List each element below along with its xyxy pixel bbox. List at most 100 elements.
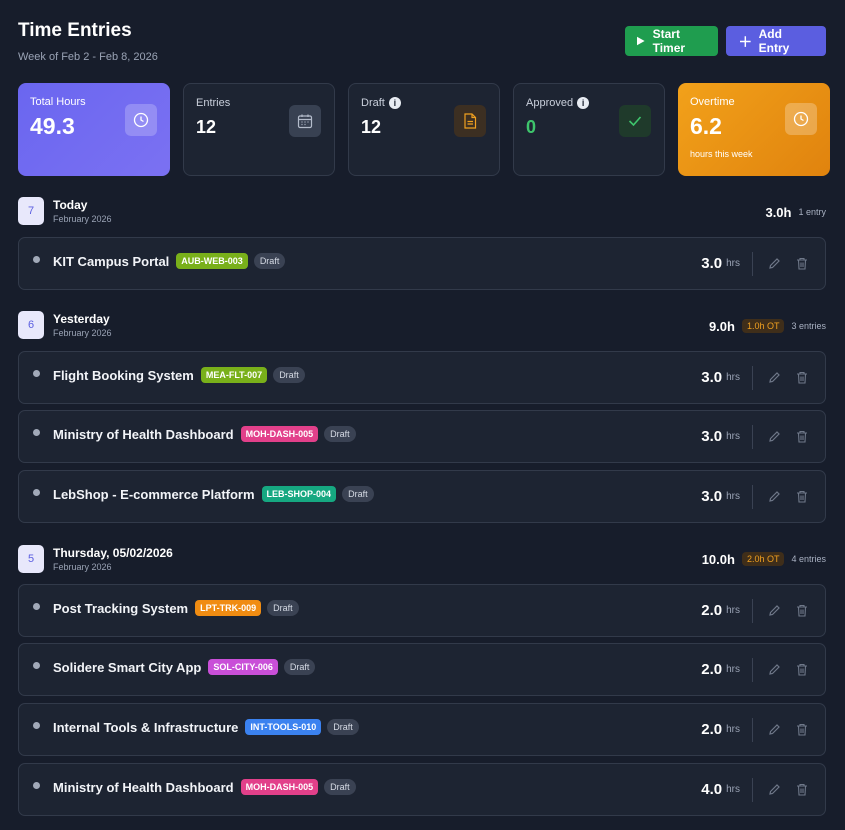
trash-icon[interactable]	[794, 782, 810, 798]
stat-subtext: hours this week	[690, 149, 753, 159]
project-code-tag: AUB-WEB-003	[176, 253, 248, 269]
trash-icon[interactable]	[794, 722, 810, 738]
day-header: 6 Yesterday February 2026 9.0h 1.0h OT 3…	[18, 311, 826, 341]
stat-approved: Approved i 0	[513, 83, 665, 176]
time-entry[interactable]: Solidere Smart City App SOL-CITY-006 Dra…	[18, 643, 826, 696]
trash-icon[interactable]	[794, 662, 810, 678]
day-number-badge: 7	[18, 197, 44, 225]
entry-unit: hrs	[726, 491, 740, 502]
day-header: 7 Today February 2026 3.0h 1 entry	[18, 197, 826, 227]
entry-unit: hrs	[726, 664, 740, 675]
entry-unit: hrs	[726, 784, 740, 795]
plus-icon	[740, 35, 751, 47]
day-hours: 3.0h	[765, 204, 792, 220]
info-icon[interactable]: i	[388, 97, 401, 109]
entry-hours: 2.0	[701, 721, 723, 738]
edit-icon[interactable]	[766, 722, 782, 738]
entry-actions: 3.0 hrs	[701, 411, 810, 462]
status-dot	[33, 370, 40, 377]
project-code-tag: LPT-TRK-009	[195, 600, 262, 616]
status-dot	[33, 489, 40, 496]
entry-main: Flight Booking System MEA-FLT-007 Draft	[53, 367, 305, 383]
entry-main: Post Tracking System LPT-TRK-009 Draft	[53, 600, 299, 616]
trash-icon[interactable]	[794, 256, 810, 272]
edit-icon[interactable]	[766, 782, 782, 798]
add-entry-button[interactable]: Add Entry	[726, 26, 826, 56]
document-icon	[454, 105, 486, 137]
status-dot	[33, 603, 40, 610]
day-entry-count: 4 entries	[791, 554, 826, 564]
status-badge: Draft	[327, 719, 359, 735]
edit-icon[interactable]	[766, 370, 782, 386]
day-summary: 9.0h 1.0h OT 3 entries	[708, 318, 826, 334]
day-number-badge: 6	[18, 311, 44, 339]
trash-icon[interactable]	[794, 429, 810, 445]
start-timer-button[interactable]: Start Timer	[625, 26, 718, 56]
entry-project-name: Post Tracking System	[53, 600, 189, 616]
overtime-badge: 1.0h OT	[741, 319, 785, 333]
time-entry[interactable]: Ministry of Health Dashboard MOH-DASH-00…	[18, 410, 826, 463]
entry-unit: hrs	[726, 431, 740, 442]
status-badge: Draft	[253, 253, 286, 269]
edit-icon[interactable]	[766, 603, 782, 619]
divider	[752, 424, 753, 449]
time-entry[interactable]: Post Tracking System LPT-TRK-009 Draft 2…	[18, 584, 826, 637]
day-month: February 2026	[53, 214, 112, 224]
project-code-tag: MOH-DASH-005	[240, 426, 319, 442]
info-icon[interactable]: i	[577, 97, 590, 109]
day-name: Thursday, 05/02/2026	[53, 546, 173, 560]
divider	[752, 598, 753, 623]
entry-main: Internal Tools & Infrastructure INT-TOOL…	[53, 719, 359, 735]
time-entry[interactable]: LebShop - E-commerce Platform LEB-SHOP-0…	[18, 470, 826, 523]
project-code-tag: SOL-CITY-006	[208, 659, 278, 675]
edit-icon[interactable]	[766, 489, 782, 505]
time-entry[interactable]: KIT Campus Portal AUB-WEB-003 Draft 3.0 …	[18, 237, 826, 290]
trash-icon[interactable]	[794, 489, 810, 505]
entry-main: Ministry of Health Dashboard MOH-DASH-00…	[53, 426, 356, 442]
project-code-tag: MOH-DASH-005	[240, 779, 319, 795]
entry-hours: 3.0	[701, 488, 723, 505]
time-entry[interactable]: Flight Booking System MEA-FLT-007 Draft …	[18, 351, 826, 404]
calendar-icon	[289, 105, 321, 137]
day-month: February 2026	[53, 562, 112, 572]
entry-hours: 3.0	[701, 428, 723, 445]
entry-hours: 3.0	[701, 369, 723, 386]
entry-unit: hrs	[726, 724, 740, 735]
stat-overtime: Overtime 6.2 hours this week	[678, 83, 830, 176]
trash-icon[interactable]	[794, 603, 810, 619]
trash-icon[interactable]	[794, 370, 810, 386]
week-range: Week of Feb 2 - Feb 8, 2026	[18, 51, 158, 63]
entry-main: KIT Campus Portal AUB-WEB-003 Draft	[53, 253, 286, 269]
edit-icon[interactable]	[766, 256, 782, 272]
day-month: February 2026	[53, 328, 112, 338]
status-dot	[33, 429, 40, 436]
edit-icon[interactable]	[766, 662, 782, 678]
day-hours: 9.0h	[708, 318, 735, 334]
entry-hours: 3.0	[701, 255, 723, 272]
entry-project-name: KIT Campus Portal	[53, 253, 170, 269]
entry-main: Solidere Smart City App SOL-CITY-006 Dra…	[53, 659, 316, 675]
check-icon	[619, 105, 651, 137]
entry-actions: 2.0 hrs	[701, 585, 810, 636]
divider	[752, 777, 753, 802]
entry-actions: 2.0 hrs	[701, 644, 810, 695]
entry-actions: 4.0 hrs	[701, 764, 810, 815]
divider	[752, 484, 753, 509]
status-dot	[33, 662, 40, 669]
status-badge: Draft	[324, 426, 356, 442]
project-code-tag: LEB-SHOP-004	[261, 486, 337, 502]
day-summary: 10.0h 2.0h OT 4 entries	[702, 552, 826, 567]
time-entry[interactable]: Ministry of Health Dashboard MOH-DASH-00…	[18, 763, 826, 816]
time-entry[interactable]: Internal Tools & Infrastructure INT-TOOL…	[18, 703, 826, 756]
edit-icon[interactable]	[766, 429, 782, 445]
status-badge: Draft	[283, 659, 316, 675]
entry-unit: hrs	[726, 258, 740, 269]
entry-unit: hrs	[726, 372, 740, 383]
start-timer-label: Start Timer	[652, 27, 686, 55]
entry-hours: 2.0	[701, 602, 723, 619]
status-badge: Draft	[324, 779, 356, 795]
header-actions: Start Timer Add Entry	[625, 26, 826, 56]
entry-actions: 3.0 hrs	[701, 352, 810, 403]
stat-draft: Draft i 12	[348, 83, 500, 176]
entry-project-name: Internal Tools & Infrastructure	[53, 719, 239, 735]
